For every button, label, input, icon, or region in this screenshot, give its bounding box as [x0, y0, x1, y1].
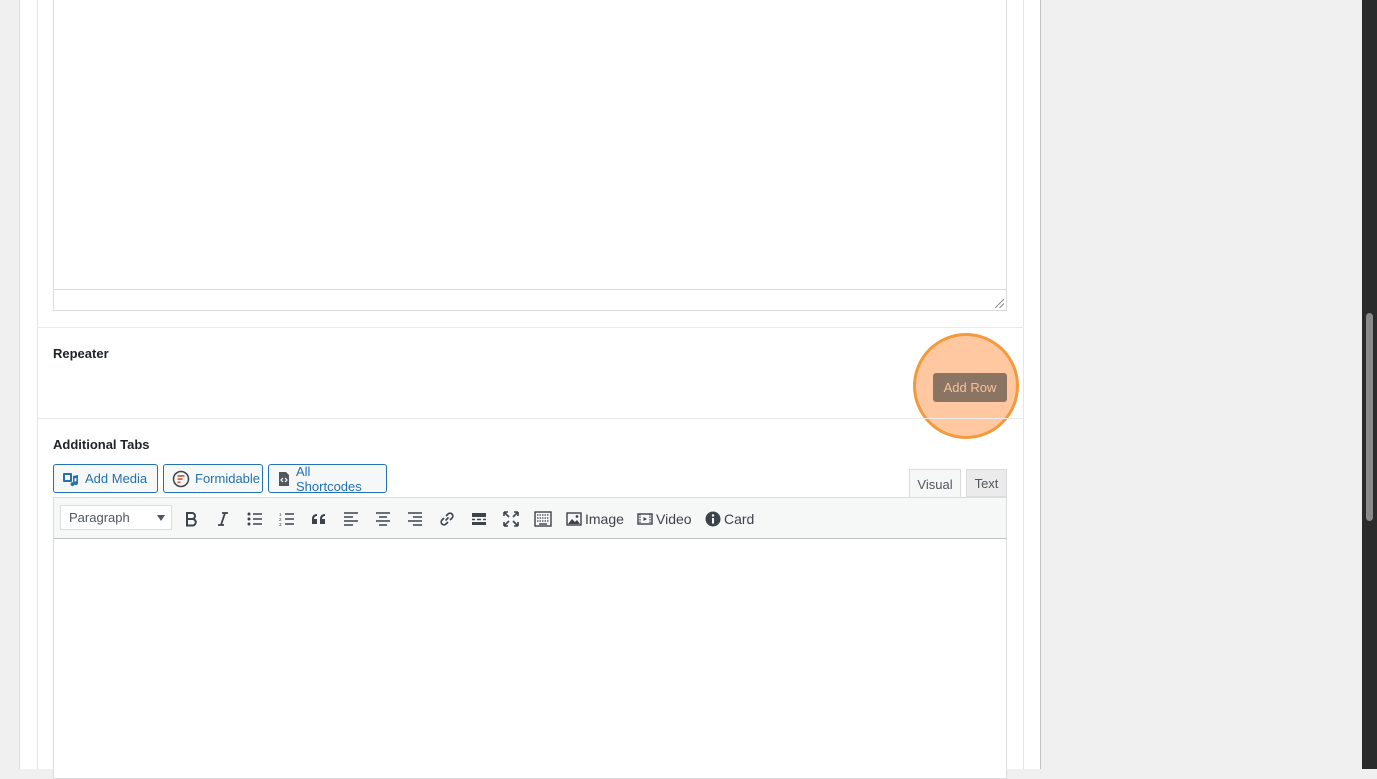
shortcode-icon — [277, 471, 291, 487]
bulleted-list-icon — [247, 512, 262, 526]
add-media-label: Add Media — [85, 471, 148, 486]
insert-image-button[interactable]: Image — [566, 507, 624, 531]
video-button-label: Video — [656, 511, 692, 527]
read-more-button[interactable] — [467, 507, 491, 531]
insert-link-button[interactable] — [435, 507, 459, 531]
field-divider — [37, 418, 1024, 419]
info-icon — [705, 511, 721, 527]
card-button-label: Card — [724, 511, 755, 527]
insert-card-button[interactable]: Card — [705, 507, 754, 531]
align-left-button[interactable] — [339, 507, 363, 531]
image-icon — [566, 512, 582, 526]
all-shortcodes-label: All Shortcodes — [296, 463, 362, 494]
all-shortcodes-button[interactable]: All Shortcodes — [268, 463, 387, 494]
right-sidebar-area — [1042, 0, 1362, 769]
add-row-button[interactable]: Add Row — [933, 373, 1007, 402]
editor-status-bar — [54, 289, 1006, 310]
align-right-button[interactable] — [403, 507, 427, 531]
chevron-down-icon — [157, 515, 165, 521]
previous-editor-content[interactable] — [53, 0, 1007, 311]
numbered-list-icon: 123 — [279, 512, 294, 526]
format-select[interactable]: Paragraph — [60, 505, 172, 530]
add-media-icon — [62, 471, 80, 487]
page-left-gutter — [0, 0, 20, 769]
additional-tabs-editor-content[interactable] — [53, 539, 1007, 779]
align-right-icon — [408, 512, 422, 526]
resize-grip-icon[interactable] — [995, 299, 1004, 308]
formidable-button[interactable]: Formidable — [163, 464, 263, 493]
image-button-label: Image — [585, 511, 624, 527]
fullscreen-icon — [503, 511, 519, 527]
formidable-label: Formidable — [195, 471, 261, 486]
link-icon — [440, 512, 454, 526]
fullscreen-button[interactable] — [499, 507, 523, 531]
scrollbar-thumb[interactable] — [1366, 313, 1373, 521]
align-left-icon — [344, 512, 358, 526]
field-divider — [37, 327, 1024, 328]
numbered-list-button[interactable]: 123 — [275, 507, 299, 531]
italic-icon — [218, 512, 228, 526]
keyboard-icon — [534, 511, 552, 527]
add-media-button[interactable]: Add Media — [53, 464, 158, 493]
additional-tabs-label: Additional Tabs — [53, 437, 150, 452]
tab-text[interactable]: Text — [966, 469, 1007, 497]
blockquote-button[interactable] — [307, 507, 331, 531]
italic-button[interactable] — [211, 507, 235, 531]
bulleted-list-button[interactable] — [243, 507, 267, 531]
insert-video-button[interactable]: Video — [637, 507, 692, 531]
bold-icon — [186, 512, 197, 527]
editor-toolbar: Paragraph 123 Image Video Card — [53, 497, 1007, 539]
format-select-value: Paragraph — [69, 510, 130, 525]
svg-text:3: 3 — [279, 522, 282, 526]
read-more-icon — [472, 513, 486, 525]
blockquote-icon — [312, 514, 325, 524]
formidable-icon — [172, 470, 190, 488]
bold-button[interactable] — [179, 507, 203, 531]
align-center-icon — [376, 512, 390, 526]
align-center-button[interactable] — [371, 507, 395, 531]
tab-visual[interactable]: Visual — [909, 469, 961, 498]
vertical-scrollbar[interactable] — [1362, 0, 1377, 769]
toolbar-toggle-button[interactable] — [531, 507, 555, 531]
repeater-label: Repeater — [53, 346, 109, 361]
video-icon — [637, 513, 653, 525]
